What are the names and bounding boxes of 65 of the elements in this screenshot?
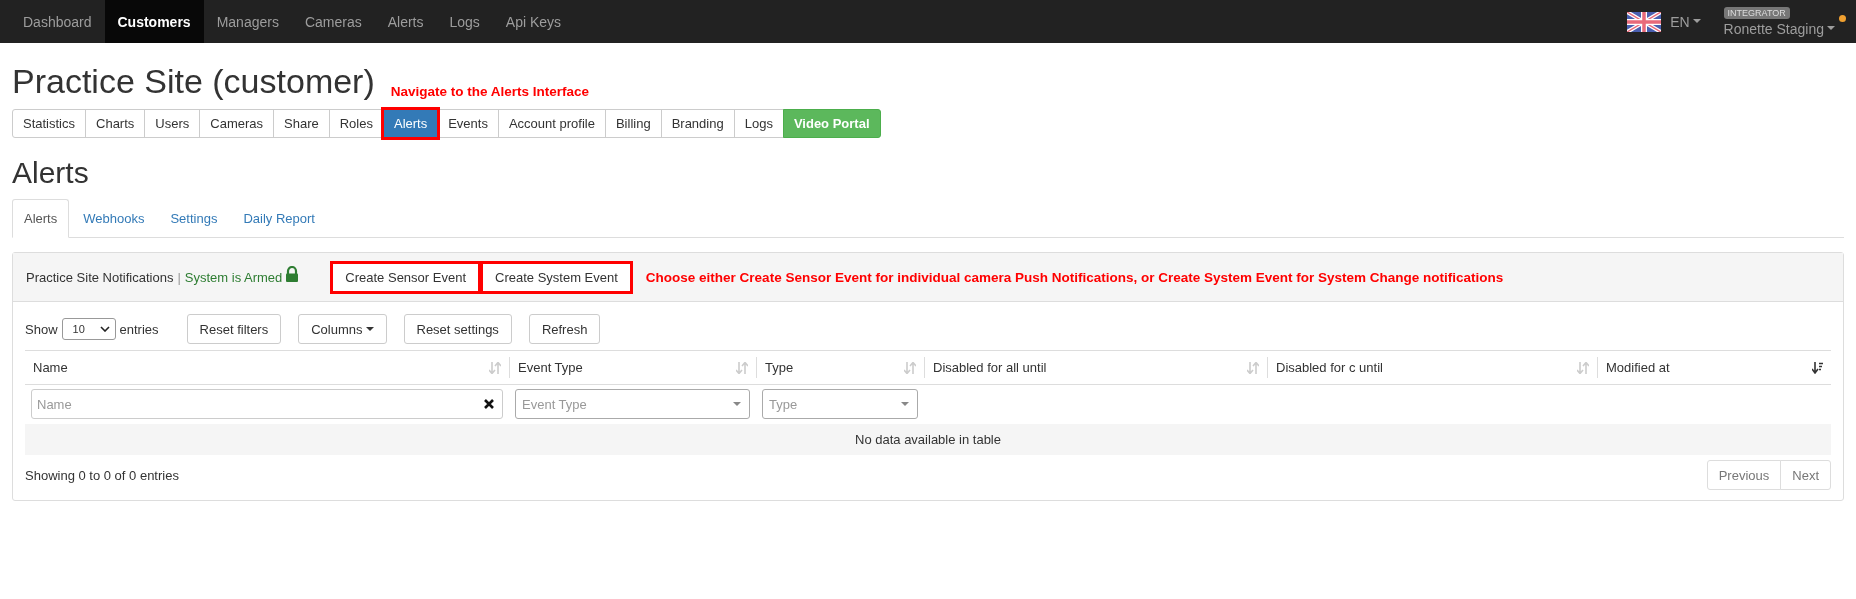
caret-icon <box>1692 19 1701 24</box>
sort-icon <box>736 361 748 374</box>
sort-icon <box>1577 361 1589 374</box>
column-header[interactable]: Type <box>756 357 924 378</box>
panel-title: Practice Site Notifications <box>26 269 174 285</box>
column-header[interactable]: Disabled for c until <box>1267 357 1597 378</box>
separator: | <box>177 269 181 285</box>
tab-button[interactable]: Branding <box>660 109 735 138</box>
caret-icon <box>901 401 909 407</box>
tab-button[interactable]: Billing <box>604 109 662 138</box>
column-header[interactable]: Event Type <box>509 357 756 378</box>
page-length-select[interactable]: 10 <box>61 318 116 340</box>
caret-icon <box>1827 26 1835 31</box>
role-badge: INTEGRATOR <box>1723 6 1790 19</box>
table-info: Showing 0 to 0 of 0 entries <box>25 467 179 483</box>
sort-icon <box>904 361 916 374</box>
caret-icon <box>733 401 741 407</box>
toolbar-button[interactable]: Columns <box>298 314 387 344</box>
chevron-icon <box>99 326 110 332</box>
empty-message: No data available in table <box>25 424 1831 455</box>
nav-link[interactable]: Api Keys <box>492 0 575 43</box>
user-menu[interactable]: Ronette Staging <box>1723 20 1835 37</box>
nav-link[interactable]: Customers <box>104 0 204 43</box>
language-menu[interactable]: EN <box>1670 13 1701 30</box>
flag-icon <box>1627 11 1662 32</box>
notification-dot <box>1839 15 1846 22</box>
column-header[interactable]: Name <box>25 357 509 378</box>
tab-button[interactable]: Share <box>273 109 330 138</box>
page-title: Practice Site (customer) <box>12 61 375 101</box>
column-header[interactable]: Disabled for all until <box>924 357 1267 378</box>
tab-button[interactable]: Users <box>144 109 201 138</box>
tab-button[interactable]: Logs <box>733 109 784 138</box>
tab[interactable]: Webhooks <box>71 199 157 238</box>
tab-button[interactable]: Cameras <box>199 109 274 138</box>
clear-icon <box>484 399 494 409</box>
toolbar-button[interactable]: Refresh <box>528 314 601 344</box>
tab-button[interactable]: Events <box>437 109 499 138</box>
toolbar-button[interactable]: Reset filters <box>186 314 282 344</box>
nav-link[interactable]: Logs <box>436 0 493 43</box>
tab[interactable]: Alerts <box>12 199 70 238</box>
sort-icon <box>489 361 501 374</box>
tab-button[interactable]: Alerts <box>382 109 439 138</box>
tab[interactable]: Settings <box>158 199 230 238</box>
tab-button[interactable]: Roles <box>328 109 384 138</box>
tab-button[interactable]: Statistics <box>12 109 86 138</box>
nav-link[interactable]: Cameras <box>291 0 375 43</box>
show-label: Show <box>25 321 58 337</box>
create-button[interactable]: Create System Event <box>482 262 631 292</box>
nav-link[interactable]: Dashboard <box>10 0 105 43</box>
sort-icon <box>1247 361 1259 374</box>
annotation-text: Choose either Create Sensor Event for individual camera Push Notifications, or Create System Event for System Change notifications <box>645 269 1504 285</box>
entries-label: entries <box>119 321 159 337</box>
tab-button[interactable]: Account profile <box>497 109 606 138</box>
nav-link[interactable]: Alerts <box>374 0 437 43</box>
tab[interactable]: Daily Report <box>231 199 327 238</box>
caret-icon <box>365 326 374 332</box>
section-title: Alerts <box>12 156 90 190</box>
create-button[interactable]: Create Sensor Event <box>332 262 479 292</box>
tab-button[interactable]: Charts <box>85 109 146 138</box>
sort-descending-icon <box>1812 361 1823 374</box>
armed-status: System is Armed <box>184 269 283 285</box>
toolbar-button[interactable]: Reset settings <box>403 314 512 344</box>
annotation-text: Navigate to the Alerts Interface <box>390 84 590 99</box>
column-header[interactable]: Modified at <box>1597 357 1831 378</box>
nav-link[interactable]: Managers <box>203 0 292 43</box>
